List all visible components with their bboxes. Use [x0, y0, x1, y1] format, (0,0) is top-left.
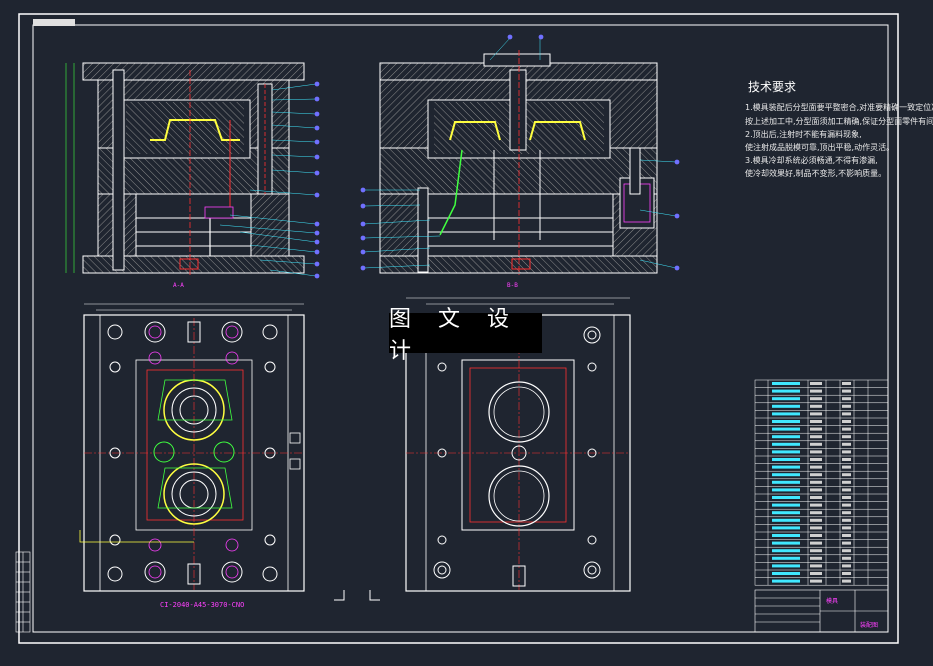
- left-strip: [15, 551, 31, 633]
- top-tag: [33, 19, 75, 26]
- title-block-drawing-no: 装配图: [860, 622, 879, 629]
- title-block-company: 模具: [826, 598, 839, 605]
- tech-line-5: 3.模具冷却系统必须畅通,不得有渗漏,: [745, 156, 878, 165]
- tech-line-2: 按上述加工中,分型面须加工精确,保证分型面零件有间隙。: [745, 117, 933, 126]
- tech-line-6: 使冷却效果好,制品不变形,不影响质量。: [745, 169, 887, 178]
- section-view-right: [360, 34, 680, 275]
- section-label-left: A-A: [173, 282, 184, 289]
- tech-line-1: 1.模具装配后分型面要平整密合,对准要精确一致定位准确。: [745, 103, 933, 112]
- section-label-right: B-B: [507, 282, 518, 289]
- tech-line-4: 使注射成品脱模可靠,顶出平稳,动作灵活。: [745, 143, 895, 152]
- bom-table: [754, 379, 889, 586]
- tech-requirements-title: 技术要求: [748, 80, 797, 94]
- section-view-left: [65, 62, 320, 279]
- watermark: 图 文 设 计: [389, 307, 542, 364]
- parts-note: CI-2040-A45-3070-CNO: [160, 601, 245, 609]
- tech-line-3: 2.顶出后,注射时不能有漏料现象,: [745, 130, 862, 139]
- plan-view-left: [79, 303, 305, 592]
